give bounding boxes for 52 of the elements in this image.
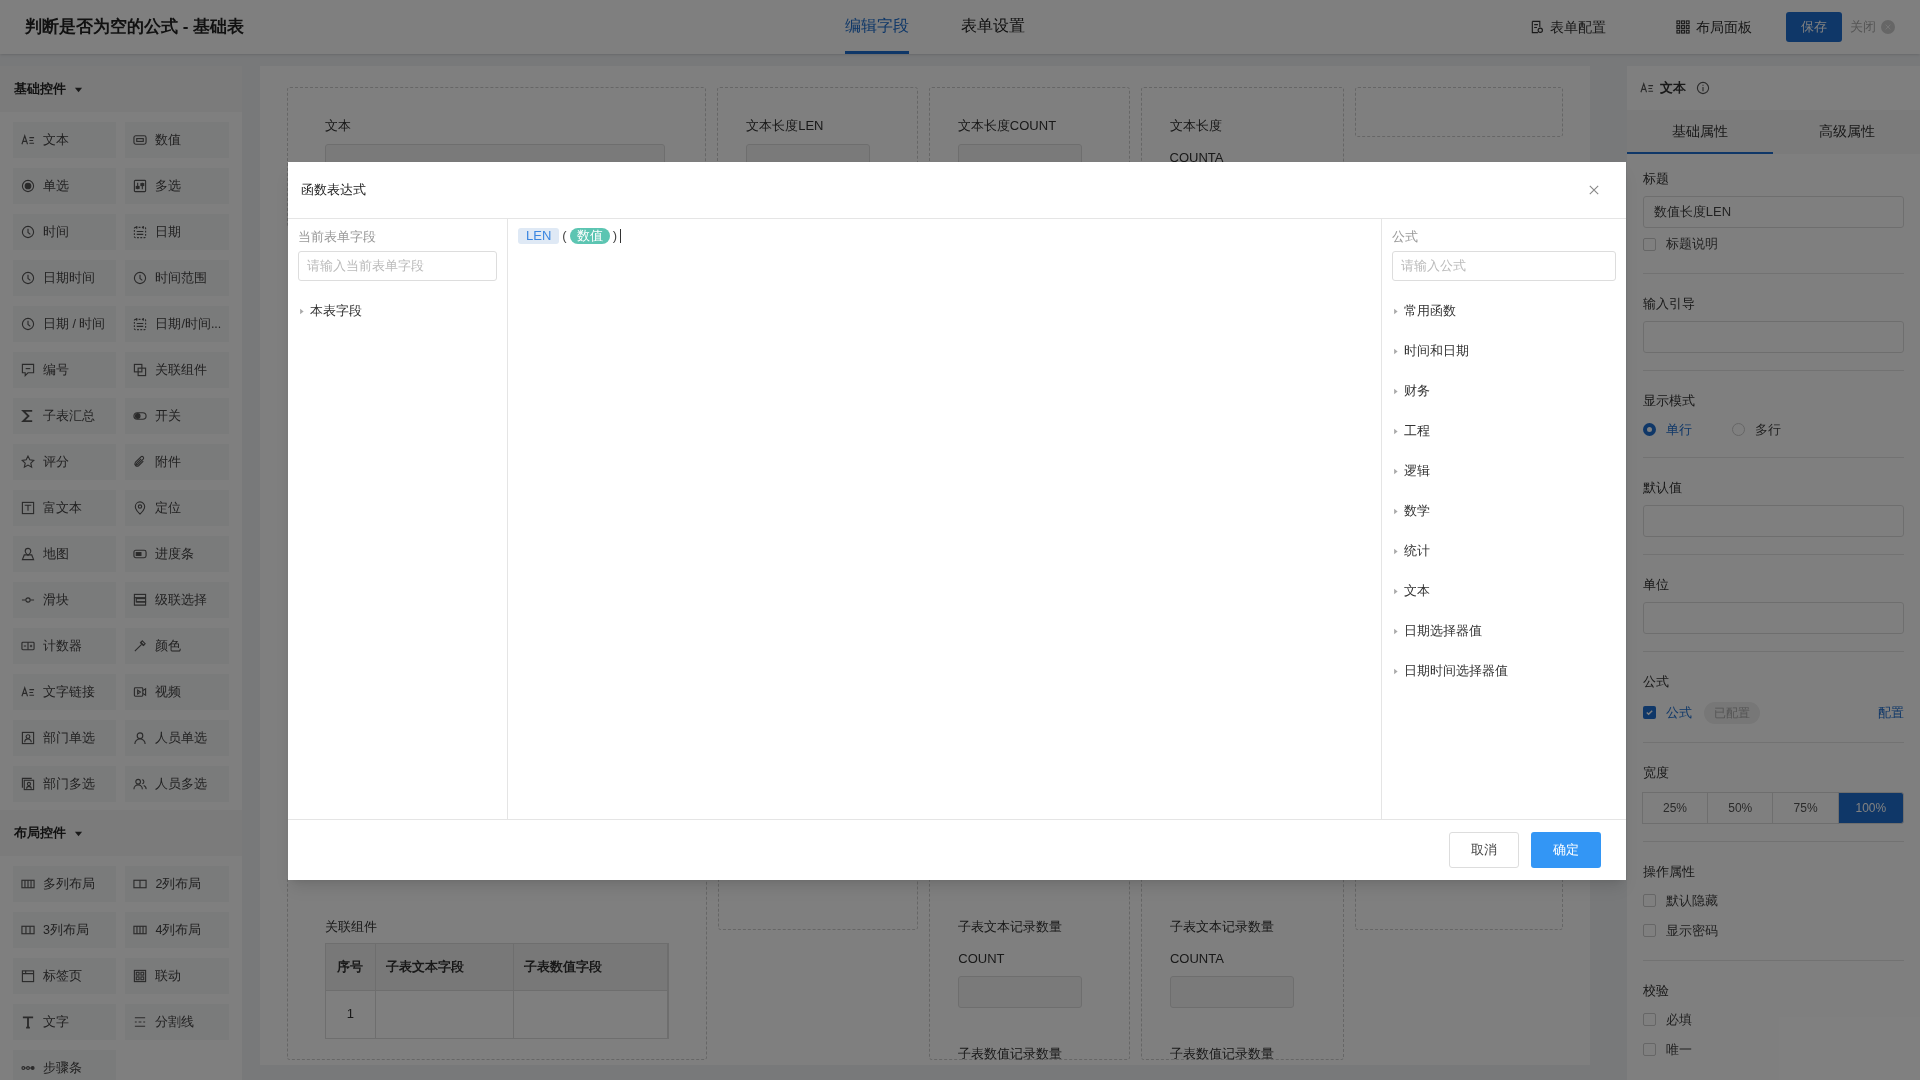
checkbox-label: 公式 bbox=[1665, 703, 1692, 722]
app-title: 判断是否为空的公式 - 基础表 bbox=[25, 16, 246, 39]
field-label: 关联组件 bbox=[324, 918, 378, 936]
checkbox-label: 显示密码 bbox=[1665, 921, 1718, 940]
tree-item-label: 数学 bbox=[1404, 502, 1430, 521]
section-label: 显示模式 bbox=[1642, 392, 1696, 411]
tree-item-label: 工程 bbox=[1404, 422, 1430, 441]
field-label: COUNT bbox=[958, 949, 1006, 968]
field-label: 子表数值记录数量 bbox=[1169, 1045, 1275, 1063]
section-label: 单位 bbox=[1642, 575, 1670, 594]
tree-item-label: 逻辑 bbox=[1404, 462, 1430, 481]
field-label: 子表文本记录数量 bbox=[958, 918, 1064, 936]
section-label: 操作属性 bbox=[1642, 862, 1696, 881]
tree-item-label: 财务 bbox=[1404, 382, 1430, 401]
section-label: 校验 bbox=[1642, 981, 1670, 1000]
section-label: 宽度 bbox=[1642, 763, 1670, 782]
section-label: 默认值 bbox=[1642, 478, 1683, 497]
checkbox-label: 默认隐藏 bbox=[1665, 891, 1718, 910]
tree-item-label: 日期时间选择器值 bbox=[1404, 662, 1508, 681]
tree-item-label: 日期选择器值 bbox=[1404, 622, 1482, 641]
section-label: 输入引导 bbox=[1642, 295, 1696, 314]
tree-item-label: 本表字段 bbox=[310, 302, 362, 321]
field-token: 数值 bbox=[569, 228, 610, 244]
tree-item-label: 时间和日期 bbox=[1404, 342, 1469, 361]
parenthesis: ) bbox=[612, 227, 617, 246]
column-header: 序号 bbox=[325, 943, 376, 990]
function-token: LEN bbox=[518, 228, 560, 244]
field-label: 文本长度LEN bbox=[746, 117, 825, 135]
field-label: 子表文本记录数量 bbox=[1169, 918, 1275, 936]
field-label: COUNTA bbox=[1169, 148, 1225, 167]
field-label: 文本 bbox=[324, 117, 352, 135]
checkbox-label: 标题说明 bbox=[1665, 235, 1718, 254]
field-label: 子表数值记录数量 bbox=[958, 1045, 1064, 1063]
tree-item-label: 统计 bbox=[1404, 542, 1430, 561]
table-cell: 1 bbox=[325, 990, 376, 1038]
checkbox-label: 必填 bbox=[1665, 1010, 1692, 1029]
section-label: 标题 bbox=[1642, 170, 1670, 189]
panel-label: 当前表单字段 bbox=[298, 228, 377, 243]
field-label: 文本长度COUNT bbox=[957, 117, 1058, 135]
dialog-title: 函数表达式 bbox=[301, 181, 366, 200]
tree-item-label: 常用函数 bbox=[1404, 302, 1456, 321]
group-title: 布局控件 bbox=[14, 824, 66, 843]
parenthesis: ( bbox=[562, 227, 567, 246]
field-label: COUNTA bbox=[1169, 949, 1225, 968]
field-label: 文本长度 bbox=[1169, 117, 1223, 135]
column-header: 子表数值字段 bbox=[513, 943, 668, 990]
group-title: 基础控件 bbox=[14, 80, 66, 99]
panel-label: 公式 bbox=[1392, 228, 1419, 243]
section-label: 公式 bbox=[1642, 672, 1670, 691]
column-header: 子表文本字段 bbox=[375, 943, 514, 990]
panel-title: 文本 bbox=[1659, 79, 1686, 98]
tree-item-label: 文本 bbox=[1404, 582, 1430, 601]
